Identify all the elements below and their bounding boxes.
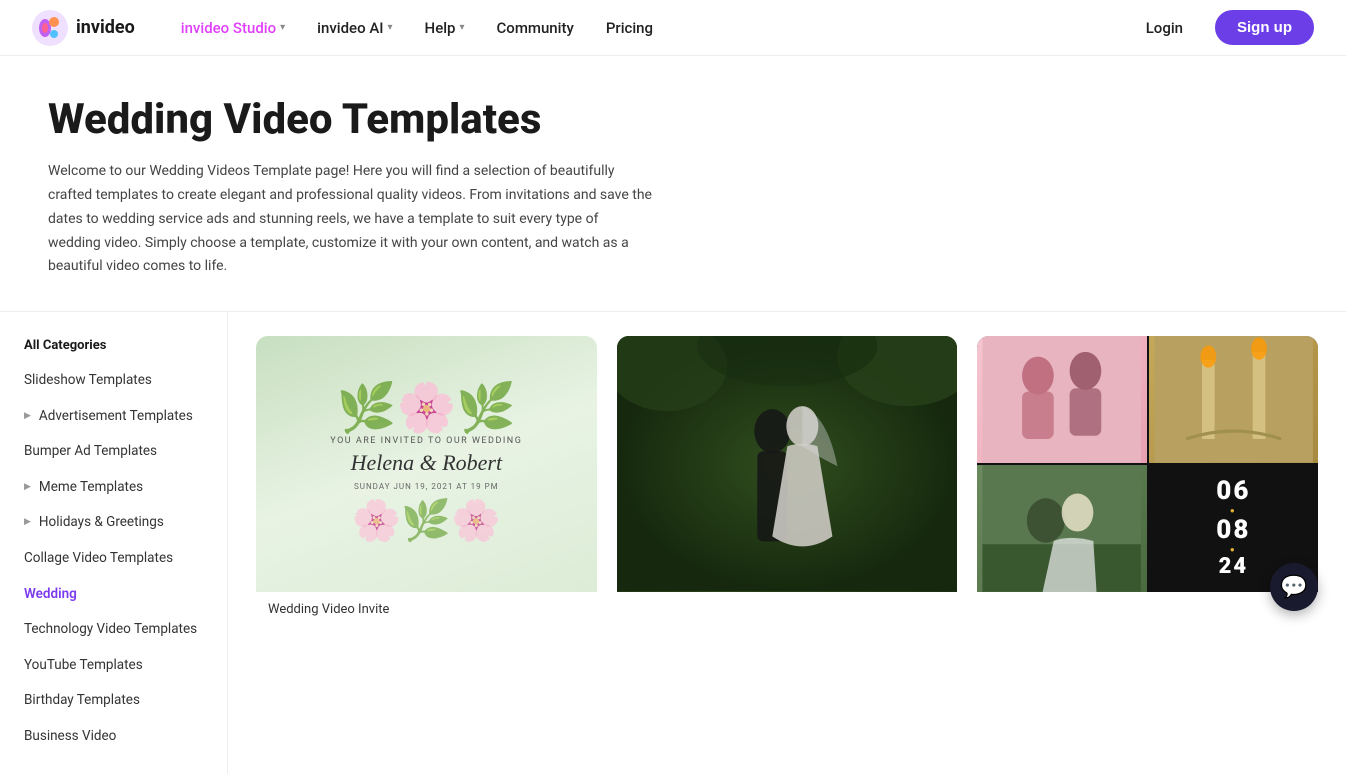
hero-section: Wedding Video Templates Welcome to our W… (0, 56, 700, 311)
sidebar-item-label: Holidays & Greetings (39, 514, 164, 532)
sidebar-item-label: Advertisement Templates (39, 408, 193, 426)
sidebar-item-advertisement[interactable]: ▶ Advertisement Templates (0, 399, 227, 435)
sidebar: All Categories Slideshow Templates ▶ Adv… (0, 312, 228, 774)
nav-item-studio[interactable]: invideo Studio ▾ (167, 11, 299, 45)
template-thumbnail: 🌿🌸🌿 YOU ARE INVITED TO OUR WEDDING Helen… (256, 336, 597, 591)
nav-item-help[interactable]: Help ▾ (411, 11, 479, 45)
header-actions: Login Sign up (1130, 10, 1314, 45)
sidebar-item-youtube[interactable]: YouTube Templates (0, 648, 227, 684)
nav-item-community[interactable]: Community (483, 11, 588, 45)
sidebar-item-meme[interactable]: ▶ Meme Templates (0, 470, 227, 506)
logo-icon (32, 10, 68, 46)
template-label: Wedding Video Invite (256, 592, 597, 625)
sidebar-item-label: Birthday Templates (24, 692, 140, 710)
sidebar-item-holidays[interactable]: ▶ Holidays & Greetings (0, 505, 227, 541)
login-button[interactable]: Login (1130, 11, 1199, 45)
sidebar-item-business[interactable]: Business Video (0, 719, 227, 755)
chevron-right-icon: ▶ (24, 482, 31, 494)
template-thumbnail: 06 ● 08 ● 24 (977, 336, 1318, 591)
sidebar-item-label: YouTube Templates (24, 657, 143, 675)
sidebar-item-wedding[interactable]: Wedding (0, 577, 227, 613)
signup-button[interactable]: Sign up (1215, 10, 1314, 45)
sidebar-item-slideshow[interactable]: Slideshow Templates (0, 363, 227, 399)
templates-grid: 🌿🌸🌿 YOU ARE INVITED TO OUR WEDDING Helen… (228, 312, 1346, 774)
countdown-number-2: 08 (1216, 517, 1250, 543)
chevron-down-icon: ▾ (459, 22, 464, 33)
logo[interactable]: invideo (32, 10, 135, 46)
sidebar-item-label: Business Video (24, 728, 116, 746)
nav-item-ai[interactable]: invideo AI ▾ (303, 11, 406, 45)
sidebar-item-label: Meme Templates (39, 479, 143, 497)
template-thumbnail (617, 336, 958, 592)
template-card-collage[interactable]: 06 ● 08 ● 24 (977, 336, 1318, 623)
sidebar-item-label: Bumper Ad Templates (24, 443, 157, 461)
chat-icon: 💬 (1280, 575, 1307, 600)
chevron-down-icon: ▾ (388, 22, 393, 33)
countdown-dot-2: ● (1230, 545, 1237, 554)
hero-description: Welcome to our Wedding Videos Template p… (48, 160, 652, 279)
invite-names: Helena & Robert (351, 450, 503, 476)
couple-scene (617, 336, 958, 592)
countdown-dot: ● (1230, 506, 1237, 515)
sidebar-item-label: Wedding (24, 586, 77, 604)
floral-decoration-bottom: 🌸🌿🌸 (352, 497, 501, 544)
countdown-number-1: 06 (1216, 478, 1250, 504)
sidebar-item-label: Technology Video Templates (24, 621, 197, 639)
sidebar-item-bumper[interactable]: Bumper Ad Templates (0, 434, 227, 470)
invite-date: SUNDAY JUN 19, 2021 AT 19 PM (354, 482, 499, 491)
collage-cell-3 (977, 465, 1146, 592)
template-card-photo[interactable] (617, 336, 958, 624)
page-title: Wedding Video Templates (48, 96, 652, 144)
sidebar-item-label: Collage Video Templates (24, 550, 173, 568)
sidebar-item-label: Slideshow Templates (24, 372, 152, 390)
chevron-right-icon: ▶ (24, 411, 31, 423)
main-layout: All Categories Slideshow Templates ▶ Adv… (0, 312, 1346, 774)
chevron-right-icon: ▶ (24, 517, 31, 529)
collage-cell-2 (1149, 336, 1318, 463)
nav-item-pricing[interactable]: Pricing (592, 11, 667, 45)
sidebar-item-birthday[interactable]: Birthday Templates (0, 683, 227, 719)
invite-tagline: YOU ARE INVITED TO OUR WEDDING (330, 436, 522, 446)
template-label (977, 592, 1318, 624)
chevron-down-icon: ▾ (280, 22, 285, 33)
header: invideo invideo Studio ▾ invideo AI ▾ He… (0, 0, 1346, 56)
chat-button[interactable]: 💬 (1270, 563, 1318, 611)
sidebar-item-technology[interactable]: Technology Video Templates (0, 612, 227, 648)
sidebar-section-title: All Categories (0, 332, 227, 359)
sidebar-item-collage[interactable]: Collage Video Templates (0, 541, 227, 577)
countdown-number-3: 24 (1219, 556, 1249, 578)
main-nav: invideo Studio ▾ invideo AI ▾ Help ▾ Com… (167, 11, 1130, 45)
collage-cell-1 (977, 336, 1146, 463)
template-card-invite[interactable]: 🌿🌸🌿 YOU ARE INVITED TO OUR WEDDING Helen… (256, 336, 597, 624)
template-label (617, 592, 958, 624)
floral-decoration-top: 🌿🌸🌿 (337, 384, 516, 432)
logo-text: invideo (76, 17, 135, 38)
